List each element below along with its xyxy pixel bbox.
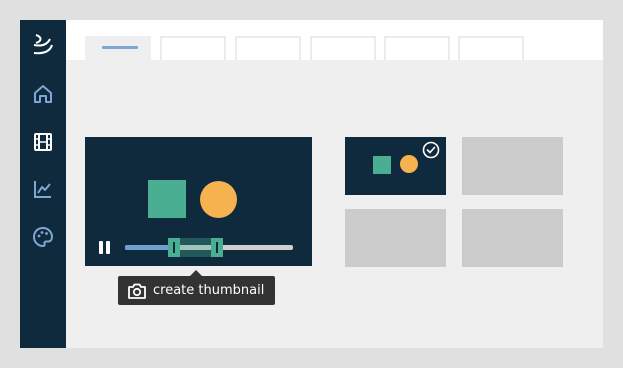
home-icon[interactable] — [30, 81, 56, 107]
video-player[interactable] — [85, 137, 312, 266]
thumbnail-4[interactable] — [462, 209, 563, 267]
pause-button[interactable] — [99, 241, 111, 255]
thumbnail-2[interactable] — [462, 137, 563, 195]
check-circle-icon — [422, 141, 440, 159]
thumbnail-3[interactable] — [345, 209, 446, 267]
sidebar — [20, 20, 66, 348]
logo-icon[interactable] — [30, 32, 56, 58]
tab-2[interactable] — [160, 36, 226, 60]
video-frame-circle — [200, 181, 237, 218]
thumbnail-1[interactable] — [345, 137, 446, 195]
tab-5[interactable] — [384, 36, 450, 60]
film-icon[interactable] — [30, 129, 56, 155]
palette-icon[interactable] — [30, 224, 56, 250]
tab-6[interactable] — [458, 36, 524, 60]
video-frame-square — [148, 180, 186, 218]
app-window: create thumbnail — [20, 20, 603, 348]
trim-handle-end[interactable] — [211, 238, 223, 257]
tab-4[interactable] — [310, 36, 376, 60]
active-tab-indicator — [102, 46, 138, 49]
trim-handle-start[interactable] — [168, 238, 180, 257]
chart-icon[interactable] — [30, 176, 56, 202]
tooltip-label: create thumbnail — [153, 283, 265, 298]
camera-icon — [128, 283, 146, 299]
tab-bar — [66, 20, 603, 60]
pause-icon — [99, 241, 103, 254]
tab-3[interactable] — [235, 36, 301, 60]
create-thumbnail-tooltip[interactable]: create thumbnail — [118, 270, 275, 305]
tab-1[interactable] — [85, 36, 151, 60]
